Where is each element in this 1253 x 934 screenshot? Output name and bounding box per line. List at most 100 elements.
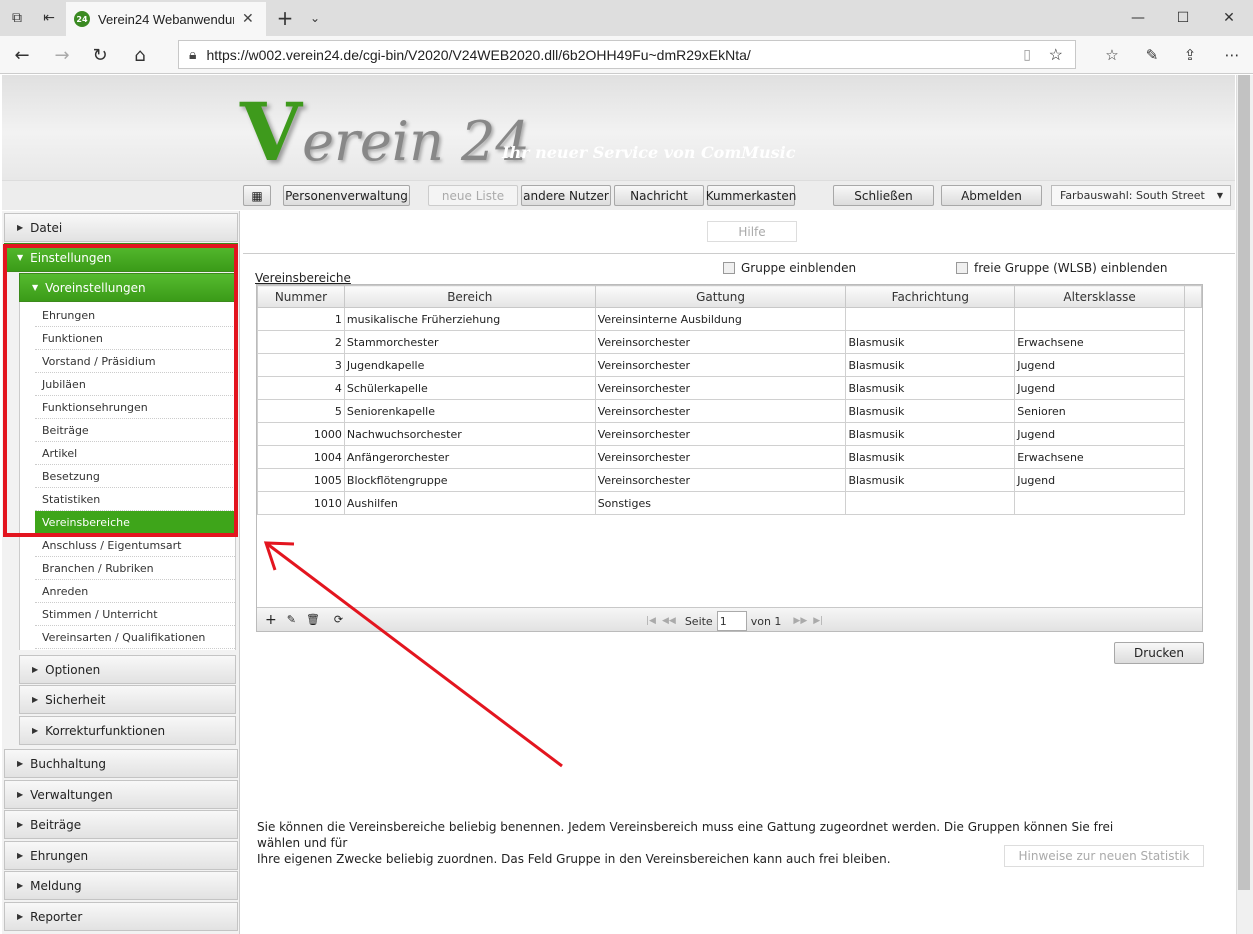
column-header-altersklasse[interactable]: Altersklasse bbox=[1014, 285, 1185, 308]
pager-controls: |◀ ◀◀ Seite 1 von 1 ▶▶ ▶| bbox=[643, 611, 826, 631]
column-header-spacer bbox=[1183, 285, 1203, 308]
table-row[interactable]: 1005 Blockflötengruppe Vereinsorchester Bla… bbox=[257, 468, 1202, 492]
hinweise-statistik-button[interactable]: Hinweise zur neuen Statistik bbox=[1004, 845, 1204, 867]
color-select[interactable]: Farbauswahl: South Street ▼ bbox=[1051, 185, 1231, 206]
sidebar-section-datei[interactable]: ▶ Datei bbox=[4, 213, 238, 242]
delete-icon[interactable]: 🗑︎ bbox=[306, 613, 320, 626]
home-icon[interactable]: ⌂ bbox=[120, 36, 160, 74]
sidebar-item-vereinsarten[interactable]: Vereinsarten / Qualifikationen bbox=[35, 626, 235, 649]
cell-fachrichtung: Blasmusik bbox=[845, 376, 1016, 400]
cell-bereich: Anfängerorchester bbox=[343, 445, 596, 469]
cell-fachrichtung: Blasmusik bbox=[845, 468, 1016, 492]
set-aside-tabs-icon[interactable]: ⇤ bbox=[32, 0, 66, 36]
favorites-icon[interactable]: ☆ bbox=[1092, 36, 1132, 74]
gruppe-einblenden-checkbox[interactable]: Gruppe einblenden bbox=[723, 261, 856, 275]
cell-bereich: Jugendkapelle bbox=[343, 353, 596, 377]
table-row[interactable]: 1010 Aushilfen Sonstiges bbox=[257, 491, 1202, 515]
drucken-button[interactable]: Drucken bbox=[1114, 642, 1204, 664]
close-tab-icon[interactable]: ✕ bbox=[242, 11, 254, 27]
personenverwaltung-button[interactable]: Personenverwaltung bbox=[283, 185, 410, 206]
column-header-gattung[interactable]: Gattung bbox=[594, 285, 847, 308]
next-page-icon[interactable]: ▶▶ bbox=[793, 616, 807, 626]
hilfe-button[interactable]: Hilfe bbox=[707, 221, 797, 242]
andere-nutzer-button[interactable]: andere Nutzer bbox=[521, 185, 611, 206]
back-icon[interactable]: ← bbox=[2, 36, 42, 74]
sidebar-subsection-korrekturfunktionen[interactable]: ▶ Korrekturfunktionen bbox=[19, 716, 236, 745]
table-row[interactable]: 5 Seniorenkapelle Vereinsorchester Blasmusi… bbox=[257, 399, 1202, 423]
prev-page-icon[interactable]: ◀◀ bbox=[662, 616, 676, 626]
table-row[interactable]: 3 Jugendkapelle Vereinsorchester Blasmusik J… bbox=[257, 353, 1202, 377]
edit-icon[interactable]: ✎ bbox=[287, 613, 296, 626]
row-spacer bbox=[1184, 423, 1201, 446]
last-page-icon[interactable]: ▶| bbox=[813, 616, 823, 626]
checkbox-icon bbox=[956, 262, 968, 274]
column-header-bereich[interactable]: Bereich bbox=[343, 285, 596, 308]
banner: Verein 24 Ihr neuer Service von ComMusic bbox=[2, 75, 1235, 180]
url-field[interactable]: 🔒︎ https://w002.verein24.de/cgi-bin/V202… bbox=[178, 40, 1076, 69]
tab-list-chevron-icon[interactable]: ⌄ bbox=[298, 0, 332, 36]
minimize-icon[interactable]: — bbox=[1115, 0, 1161, 36]
cell-bereich: Seniorenkapelle bbox=[343, 399, 596, 423]
pen-icon[interactable]: ✎ bbox=[1132, 36, 1172, 74]
sidebar-section-meldung[interactable]: ▶ Meldung bbox=[4, 871, 238, 900]
table-row[interactable]: 1 musikalische Früherziehung Vereinsintern… bbox=[257, 307, 1202, 331]
column-header-fachrichtung[interactable]: Fachrichtung bbox=[845, 285, 1016, 308]
cell-bereich: Stammorchester bbox=[343, 330, 596, 354]
sidebar-subsection-optionen[interactable]: ▶ Optionen bbox=[19, 655, 236, 684]
reading-view-icon[interactable]: ▯ bbox=[1023, 46, 1031, 63]
nachricht-button[interactable]: Nachricht bbox=[614, 185, 704, 206]
slogan: Ihr neuer Service von ComMusic bbox=[502, 143, 796, 162]
add-icon[interactable]: + bbox=[265, 612, 277, 628]
refresh-icon[interactable]: ↻ bbox=[80, 36, 120, 74]
cell-nummer: 1010 bbox=[257, 491, 345, 515]
cell-altersklasse: Jugend bbox=[1014, 422, 1185, 446]
maximize-icon[interactable]: ☐ bbox=[1160, 0, 1206, 36]
menu-icon[interactable]: ▦ bbox=[243, 185, 271, 206]
abmelden-button[interactable]: Abmelden bbox=[941, 185, 1042, 206]
table-row[interactable]: 1000 Nachwuchsorchester Vereinsorchester Bl… bbox=[257, 422, 1202, 446]
share-icon[interactable]: ⇪ bbox=[1170, 36, 1210, 74]
table-row[interactable]: 2 Stammorchester Vereinsorchester Blasmusik… bbox=[257, 330, 1202, 354]
collapsed-triangle-icon: ▶ bbox=[32, 695, 39, 704]
tab-title: Verein24 Webanwendur bbox=[98, 11, 234, 27]
sidebar-section-verwaltungen[interactable]: ▶ Verwaltungen bbox=[4, 780, 238, 809]
sidebar-item-stimmen[interactable]: Stimmen / Unterricht bbox=[35, 603, 235, 626]
vereinsbereiche-grid: Nummer Bereich Gattung Fachrichtung Alte… bbox=[256, 284, 1203, 632]
sidebar-section-reporter[interactable]: ▶ Reporter bbox=[4, 902, 238, 931]
schliessen-button[interactable]: Schließen bbox=[833, 185, 934, 206]
close-window-icon[interactable]: ✕ bbox=[1206, 0, 1252, 36]
favorite-star-icon[interactable]: ☆ bbox=[1049, 45, 1063, 65]
grid-pager: + ✎ 🗑︎ ⟳ |◀ ◀◀ Seite 1 von 1 ▶▶ ▶| bbox=[257, 607, 1202, 631]
row-spacer bbox=[1184, 331, 1201, 354]
sidebar-section-ehrungen[interactable]: ▶ Ehrungen bbox=[4, 841, 238, 870]
column-header-nummer[interactable]: Nummer bbox=[257, 285, 345, 308]
browser-tab[interactable]: 24 Verein24 Webanwendur ✕ bbox=[66, 2, 266, 36]
verein24-logo: Verein 24 bbox=[240, 85, 530, 179]
neue-liste-button[interactable]: neue Liste bbox=[428, 185, 518, 206]
sidebar-item-branchen[interactable]: Branchen / Rubriken bbox=[35, 557, 235, 580]
table-row[interactable]: 1004 Anfängerorchester Vereinsorchester Bla… bbox=[257, 445, 1202, 469]
tab-actions-icon[interactable]: ⧉ bbox=[0, 0, 34, 36]
sidebar-item-anschluss[interactable]: Anschluss / Eigentumsart bbox=[35, 534, 235, 557]
forward-icon[interactable]: → bbox=[42, 36, 82, 74]
sidebar-section-buchhaltung[interactable]: ▶ Buchhaltung bbox=[4, 749, 238, 778]
kummerkasten-button[interactable]: Kummerkasten bbox=[706, 185, 796, 206]
first-page-icon[interactable]: |◀ bbox=[646, 616, 656, 626]
scrollbar-thumb[interactable] bbox=[1238, 75, 1250, 890]
more-icon[interactable]: ⋯ bbox=[1212, 36, 1252, 74]
sidebar-subsection-sicherheit[interactable]: ▶ Sicherheit bbox=[19, 685, 236, 714]
freie-gruppe-checkbox[interactable]: freie Gruppe (WLSB) einblenden bbox=[956, 261, 1168, 275]
collapsed-triangle-icon: ▶ bbox=[17, 851, 24, 860]
sidebar-item-anreden[interactable]: Anreden bbox=[35, 580, 235, 603]
cell-altersklasse: Jugend bbox=[1014, 376, 1185, 400]
cell-nummer: 2 bbox=[257, 330, 345, 354]
cell-nummer: 4 bbox=[257, 376, 345, 400]
row-spacer bbox=[1184, 446, 1201, 469]
refresh-icon[interactable]: ⟳ bbox=[334, 613, 343, 626]
new-tab-icon[interactable]: + bbox=[268, 0, 302, 36]
sidebar-section-beitraege[interactable]: ▶ Beiträge bbox=[4, 810, 238, 839]
table-row[interactable]: 4 Schülerkapelle Vereinsorchester Blasmusik… bbox=[257, 376, 1202, 400]
info-text: Sie können die Vereinsbereiche beliebig … bbox=[257, 819, 1117, 867]
cell-altersklasse: Jugend bbox=[1014, 468, 1185, 492]
page-input[interactable]: 1 bbox=[716, 611, 747, 631]
